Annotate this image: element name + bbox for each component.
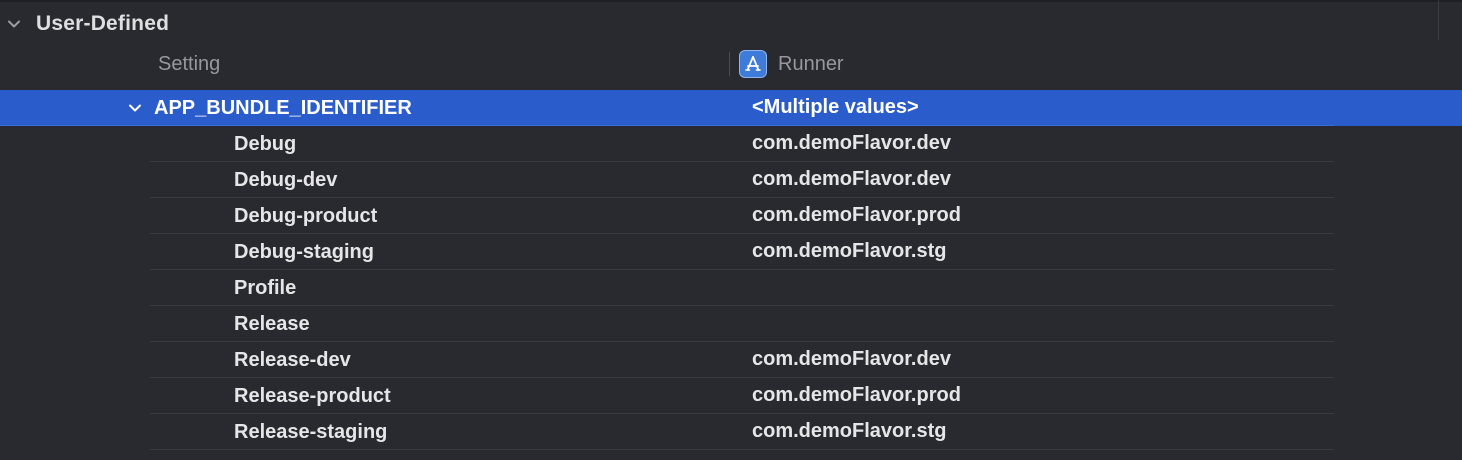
column-divider[interactable] [729, 52, 730, 76]
config-name: Debug [234, 133, 297, 155]
config-row-release-dev[interactable]: Release-dev com.demoFlavor.dev [0, 342, 1462, 378]
section-header-user-defined[interactable]: User-Defined [0, 6, 1438, 42]
config-row-debug[interactable]: Debug com.demoFlavor.dev [0, 126, 1462, 162]
setting-value[interactable]: <Multiple values> [752, 90, 919, 124]
chevron-down-icon[interactable] [127, 100, 143, 116]
config-name: Release-dev [234, 349, 351, 371]
row-separator [150, 449, 1334, 450]
config-name: Release-staging [234, 421, 388, 443]
section-title: User-Defined [36, 12, 170, 35]
column-edge [1438, 0, 1439, 40]
config-name: Debug-staging [234, 241, 374, 263]
config-value[interactable]: com.demoFlavor.prod [752, 378, 961, 412]
config-value[interactable]: com.demoFlavor.prod [752, 198, 961, 232]
config-row-release-product[interactable]: Release-product com.demoFlavor.prod [0, 378, 1462, 414]
settings-table: APP_BUNDLE_IDENTIFIER <Multiple values> … [0, 90, 1462, 450]
config-row-debug-product[interactable]: Debug-product com.demoFlavor.prod [0, 198, 1462, 234]
config-name: Release-product [234, 385, 391, 407]
config-name: Debug-product [234, 205, 378, 227]
config-row-debug-dev[interactable]: Debug-dev com.demoFlavor.dev [0, 162, 1462, 198]
config-value[interactable]: com.demoFlavor.stg [752, 234, 947, 268]
config-row-debug-staging[interactable]: Debug-staging com.demoFlavor.stg [0, 234, 1462, 270]
top-border [0, 0, 1462, 2]
config-name: Release [234, 313, 310, 335]
config-row-release-staging[interactable]: Release-staging com.demoFlavor.stg [0, 414, 1462, 450]
column-header: Setting Runner [0, 44, 1462, 84]
chevron-down-icon[interactable] [6, 16, 22, 32]
config-value[interactable]: com.demoFlavor.dev [752, 126, 951, 160]
config-row-release[interactable]: Release [0, 306, 1462, 342]
config-value[interactable]: com.demoFlavor.dev [752, 342, 951, 376]
config-name: Debug-dev [234, 169, 338, 191]
config-value[interactable]: com.demoFlavor.stg [752, 414, 947, 448]
setting-name: APP_BUNDLE_IDENTIFIER [154, 97, 412, 119]
config-value[interactable]: com.demoFlavor.dev [752, 162, 951, 196]
app-store-icon [739, 50, 767, 78]
setting-row-app-bundle-identifier[interactable]: APP_BUNDLE_IDENTIFIER <Multiple values> [0, 90, 1462, 126]
column-header-setting[interactable]: Setting [158, 53, 220, 76]
column-header-target[interactable]: Runner [739, 50, 844, 78]
config-name: Profile [234, 277, 297, 299]
target-name: Runner [778, 52, 844, 75]
config-row-profile[interactable]: Profile [0, 270, 1462, 306]
